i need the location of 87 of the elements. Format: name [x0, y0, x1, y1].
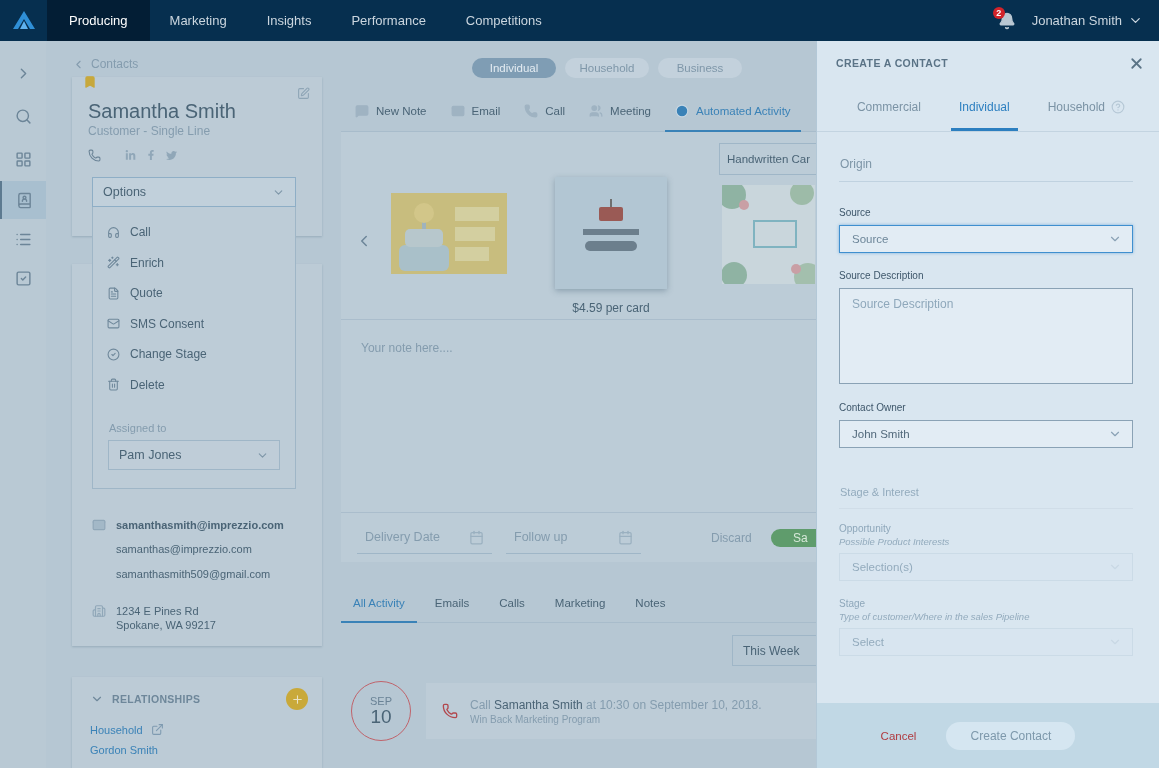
building-icon	[92, 604, 106, 618]
phone-icon	[442, 703, 458, 719]
section-title: Stage & Interest	[840, 486, 919, 498]
contact-type: Customer - Single Line	[88, 123, 212, 139]
field-hint: Possible Product Interests	[839, 536, 951, 548]
nav-tab[interactable]: Marketing	[149, 0, 247, 41]
search-icon	[14, 108, 32, 125]
magic-wand-icon	[107, 256, 120, 270]
card-price: $4.59 per card	[572, 301, 650, 315]
assignee-dropdown[interactable]: Pam Jones	[108, 440, 280, 470]
type-toggle[interactable]: Individual	[472, 58, 556, 78]
plus-icon	[290, 692, 304, 706]
field-label: Source Description	[839, 269, 925, 283]
external-link-icon[interactable]	[150, 723, 164, 736]
filter-tab[interactable]: Marketing	[542, 585, 618, 623]
trash-icon	[107, 378, 120, 392]
activity-tab[interactable]: Email	[440, 92, 511, 132]
text-area[interactable]: Source Description	[839, 288, 1133, 384]
field-label: Stage	[839, 597, 867, 611]
email-address[interactable]: samanthasmith@imprezzio.com	[116, 518, 284, 531]
field-label: Contact Owner	[839, 401, 907, 415]
contacts-icon	[15, 191, 33, 209]
activity-tab[interactable]: Meeting	[579, 92, 661, 132]
nav-tab[interactable]: Competitions	[445, 0, 562, 41]
user-menu[interactable]: Jonathan Smith	[1031, 13, 1143, 28]
activity-tab[interactable]: Call	[514, 92, 576, 132]
document-icon	[107, 286, 120, 300]
panel-title: CREATE A CONTACT	[836, 57, 948, 69]
help-icon[interactable]	[1111, 99, 1126, 114]
panel-tab[interactable]: Individual	[950, 85, 1018, 131]
activity-tab[interactable]: New Note	[345, 92, 437, 132]
calendar-icon	[618, 529, 633, 545]
sidebar-button[interactable]	[0, 181, 46, 219]
cancel-button[interactable]: Cancel	[880, 729, 917, 742]
contact-name: Samantha Smith	[88, 99, 237, 123]
facebook-icon[interactable]	[146, 150, 156, 160]
list-icon	[14, 231, 32, 248]
menu-item[interactable]: Change Stage	[93, 339, 295, 370]
nav-tab[interactable]: Performance	[331, 0, 446, 41]
menu-item[interactable]: Quote	[93, 278, 295, 309]
type-toggle[interactable]: Business	[658, 58, 742, 78]
menu-item[interactable]: Delete	[93, 369, 295, 400]
speech-bubble-icon	[355, 104, 369, 118]
phone-icon	[524, 104, 539, 118]
twitter-icon[interactable]	[166, 149, 177, 161]
calendar-icon	[469, 529, 484, 545]
field-label: Opportunity	[839, 522, 892, 536]
filter-tab[interactable]: Notes	[623, 585, 678, 623]
bookmark-icon[interactable]	[83, 75, 97, 89]
section-title: Origin	[840, 157, 872, 171]
phone-icon[interactable]	[88, 148, 101, 162]
nav-tab[interactable]: Producing	[47, 0, 150, 41]
notification-count: 2	[992, 6, 1005, 19]
options-dropdown[interactable]: Options	[92, 177, 296, 207]
select-field[interactable]: John Smith	[839, 420, 1133, 448]
email-address[interactable]: samanthas@imprezzio.com	[116, 543, 252, 556]
edit-icon[interactable]	[297, 87, 310, 100]
activity-subtitle: Win Back Marketing Program	[470, 713, 602, 725]
field-hint: Type of customer/Where in the sales Pipeline	[839, 611, 1031, 623]
dashboard-icon	[14, 151, 32, 168]
headset-icon	[107, 225, 120, 239]
section-title: RELATIONSHIPS	[112, 693, 201, 705]
type-toggle[interactable]: Household	[565, 58, 649, 78]
field-label: Assigned to	[109, 422, 168, 434]
filter-tab[interactable]: Calls	[487, 585, 537, 623]
address-line: 1234 E Pines Rd	[116, 604, 200, 618]
check-circle-icon	[107, 347, 120, 361]
nav-tab[interactable]: Insights	[246, 0, 332, 41]
panel-tab[interactable]: Commercial	[848, 85, 929, 131]
address-line: Spokane, WA 99217	[116, 618, 216, 632]
menu-item[interactable]: Enrich	[93, 247, 295, 278]
select-field[interactable]: Source	[839, 225, 1133, 253]
panel-tab[interactable]: Household	[1039, 85, 1134, 131]
linkedin-icon[interactable]	[125, 149, 136, 161]
checkbox-icon	[14, 269, 32, 287]
save-button[interactable]: Sa	[771, 528, 816, 547]
menu-item[interactable]: Call	[93, 217, 295, 248]
people-icon	[589, 104, 604, 118]
filter-tab[interactable]: All Activity	[341, 585, 417, 623]
filter-tab[interactable]: Emails	[422, 585, 482, 623]
email-address[interactable]: samanthasmith509@gmail.com	[116, 567, 271, 580]
menu-item[interactable]: SMS Consent	[93, 308, 295, 339]
logo-icon[interactable]	[13, 11, 35, 29]
add-button[interactable]	[286, 688, 308, 710]
relationship-link[interactable]: Household	[90, 723, 143, 736]
relationship-link[interactable]: Gordon Smith	[90, 744, 158, 756]
field-label: Source	[839, 206, 872, 220]
